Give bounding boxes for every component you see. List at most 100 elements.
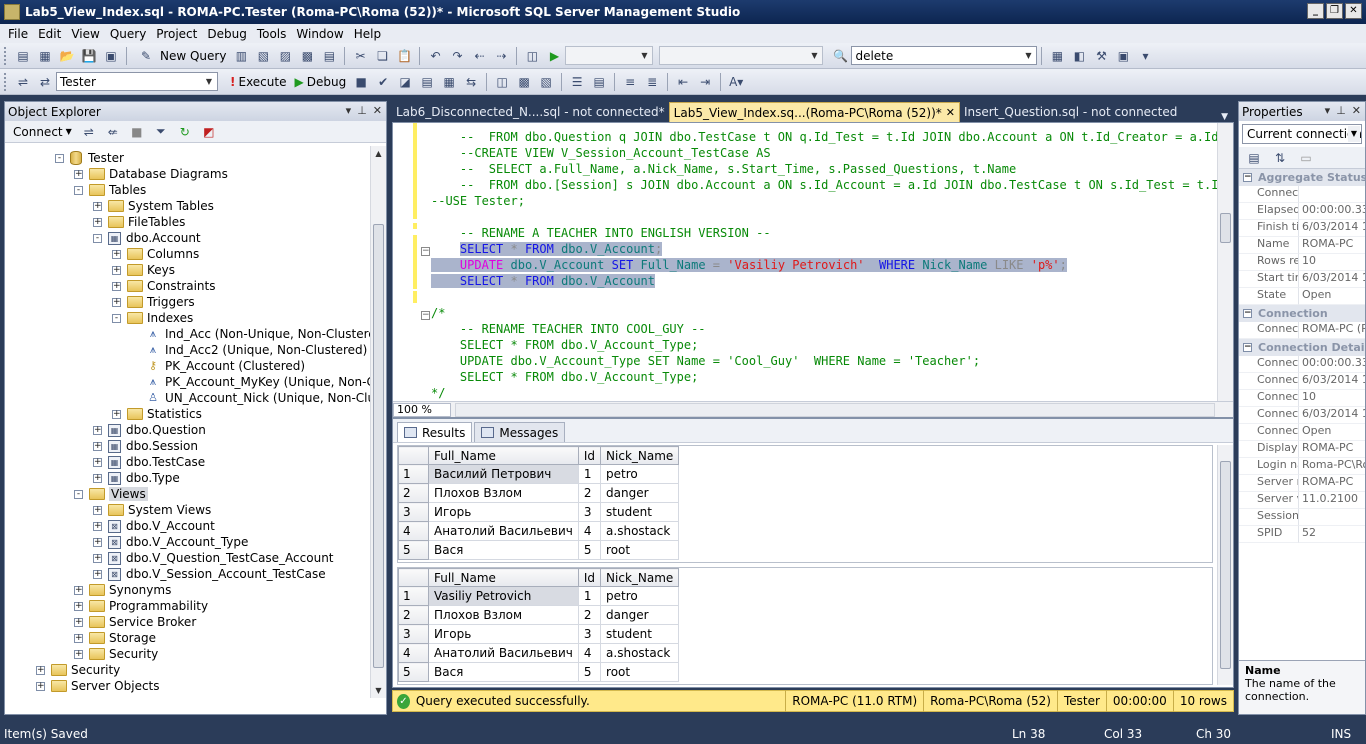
collapse-icon[interactable]: - bbox=[55, 153, 64, 163]
expand-icon[interactable]: + bbox=[93, 537, 102, 547]
code-line[interactable]: -- SELECT a.Full_Name, a.Nick_Name, s.St… bbox=[431, 161, 1016, 177]
column-header[interactable]: Id bbox=[577, 446, 602, 465]
window-position-icon[interactable]: ▾ bbox=[1325, 104, 1331, 117]
solution-platform-combo[interactable]: ▼ bbox=[659, 46, 824, 65]
table-cell[interactable]: 4 bbox=[577, 643, 602, 663]
results-grid-2[interactable]: Full_Name Id Nick_Name 1 Vasiliy Petrovich 1 p… bbox=[397, 567, 1213, 685]
property-category[interactable]: − Aggregate Status bbox=[1239, 169, 1365, 186]
expand-icon[interactable]: + bbox=[74, 649, 83, 659]
tree-node[interactable]: + Storage bbox=[74, 630, 156, 646]
expand-icon[interactable]: + bbox=[112, 297, 121, 307]
property-row[interactable]: Connect Open bbox=[1239, 424, 1365, 441]
select-all-corner[interactable] bbox=[398, 446, 429, 465]
tree-node[interactable]: - Tables bbox=[74, 182, 146, 198]
tree-node[interactable]: + Columns bbox=[112, 246, 199, 262]
code-line[interactable]: SELECT * FROM dbo.V_Account; bbox=[431, 241, 663, 257]
property-row[interactable]: Display nROMA-PC bbox=[1239, 441, 1365, 458]
tree-node[interactable]: - Tester bbox=[55, 150, 124, 166]
close-icon[interactable]: ✕ bbox=[373, 104, 382, 117]
menu-tools[interactable]: Tools bbox=[252, 27, 292, 41]
column-header[interactable]: Nick_Name bbox=[600, 568, 680, 587]
expand-icon[interactable]: + bbox=[93, 457, 102, 467]
table-cell[interactable]: 1 bbox=[577, 464, 602, 484]
table-cell[interactable]: 5 bbox=[577, 662, 602, 682]
code-line[interactable]: -- RENAME TEACHER INTO COOL_GUY -- bbox=[431, 321, 706, 337]
table-cell[interactable]: 5 bbox=[577, 540, 602, 560]
tab-insert-question[interactable]: Insert_Question.sql - not connected bbox=[960, 102, 1181, 122]
code-line[interactable]: SELECT * FROM dbo.V_Account_Type; bbox=[431, 369, 698, 385]
tree-node[interactable]: ⩚ Ind_Acc (Non-Unique, Non-Clustered) bbox=[131, 326, 370, 342]
table-cell[interactable]: 4 bbox=[577, 521, 602, 541]
code-line[interactable]: UPDATE dbo.V_Account_Type SET Name = 'Co… bbox=[431, 353, 980, 369]
close-icon[interactable]: ✕ bbox=[946, 106, 955, 119]
column-header[interactable]: Id bbox=[577, 568, 602, 587]
row-number[interactable]: 4 bbox=[398, 643, 429, 663]
expand-icon[interactable]: + bbox=[93, 441, 102, 451]
pin-icon[interactable]: ⊥ bbox=[357, 104, 367, 117]
activity-monitor-icon[interactable]: ◩ bbox=[200, 123, 218, 141]
tree-node[interactable]: + System Views bbox=[93, 502, 211, 518]
include-actual-plan-icon[interactable]: ◫ bbox=[493, 73, 511, 91]
collapse-outline-icon[interactable]: − bbox=[421, 311, 430, 320]
table-cell[interactable]: Анатолий Васильевич bbox=[428, 521, 579, 541]
find-combo[interactable]: delete ▼ bbox=[851, 46, 1038, 65]
editor-scrollbar[interactable] bbox=[1217, 123, 1233, 403]
menu-file[interactable]: File bbox=[3, 27, 33, 41]
tree-node[interactable]: + Security bbox=[74, 646, 158, 662]
property-row[interactable]: Connect bbox=[1239, 186, 1365, 203]
menu-help[interactable]: Help bbox=[349, 27, 386, 41]
table-row[interactable]: 2 Плохов Взлом 2 danger bbox=[398, 483, 680, 503]
property-row[interactable]: Session bbox=[1239, 509, 1365, 526]
tree-node[interactable]: ⩚ Ind_Acc2 (Unique, Non-Clustered) bbox=[131, 342, 367, 358]
tree-node[interactable]: + Constraints bbox=[112, 278, 215, 294]
tree-node[interactable]: ♙ UN_Account_Nick (Unique, Non-Clustered) bbox=[131, 390, 370, 406]
execute-button[interactable]: ! Execute bbox=[226, 72, 290, 92]
table-cell[interactable]: a.shostack bbox=[600, 521, 680, 541]
database-engine-query-icon[interactable]: ▥ bbox=[232, 47, 250, 65]
filter-icon[interactable]: ⏷ bbox=[152, 123, 170, 141]
query-designer-icon[interactable]: ▤ bbox=[418, 73, 436, 91]
display-estimated-plan-icon[interactable]: ◪ bbox=[396, 73, 414, 91]
decrease-indent-icon[interactable]: ⇤ bbox=[674, 73, 692, 91]
minimize-button[interactable]: _ bbox=[1307, 3, 1324, 19]
uncomment-icon[interactable]: ≣ bbox=[643, 73, 661, 91]
row-number[interactable]: 3 bbox=[398, 624, 429, 644]
expand-icon[interactable]: + bbox=[93, 569, 102, 579]
object-explorer-icon[interactable]: ◧ bbox=[1070, 47, 1088, 65]
intellisense-icon[interactable]: ⇆ bbox=[462, 73, 480, 91]
table-cell[interactable]: petro bbox=[600, 464, 680, 484]
tree-node[interactable]: + ▦ dbo.Session bbox=[93, 438, 198, 454]
row-number[interactable]: 5 bbox=[398, 540, 429, 560]
new-query-button[interactable]: ✎ New Query bbox=[131, 46, 230, 66]
mdx-query-icon[interactable]: ▨ bbox=[276, 47, 294, 65]
scroll-up-icon[interactable]: ▲ bbox=[371, 146, 386, 161]
property-row[interactable]: Connect ROMA-PC (R bbox=[1239, 322, 1365, 339]
expand-icon[interactable]: + bbox=[93, 425, 102, 435]
row-number[interactable]: 3 bbox=[398, 502, 429, 522]
tree-node[interactable]: - ▦ dbo.Account bbox=[93, 230, 201, 246]
pin-icon[interactable]: ⊥ bbox=[1336, 104, 1346, 117]
table-cell[interactable]: petro bbox=[600, 586, 680, 606]
tab-lab5-view-index[interactable]: Lab5_View_Index.sq...(Roma-PC\Roma (52))… bbox=[668, 102, 960, 122]
code-line[interactable]: -- FROM dbo.Question q JOIN dbo.TestCase… bbox=[431, 129, 1221, 145]
expand-icon[interactable]: + bbox=[74, 633, 83, 643]
results-grid-1[interactable]: Full_Name Id Nick_Name 1 Василий Петрович 1 pe… bbox=[397, 445, 1213, 563]
new-project-icon[interactable]: ▤ bbox=[14, 47, 32, 65]
solution-configuration-combo[interactable]: ▼ bbox=[565, 46, 654, 65]
open-file-icon[interactable]: 📂 bbox=[58, 47, 76, 65]
table-cell[interactable]: Вася bbox=[428, 662, 579, 682]
close-window-button[interactable]: ✕ bbox=[1345, 3, 1362, 19]
collapse-icon[interactable]: − bbox=[1243, 343, 1252, 352]
table-cell[interactable]: student bbox=[600, 502, 680, 522]
row-number[interactable]: 5 bbox=[398, 662, 429, 682]
client-statistics-icon[interactable]: ▧ bbox=[537, 73, 555, 91]
expand-icon[interactable]: + bbox=[112, 281, 121, 291]
increase-indent-icon[interactable]: ⇥ bbox=[696, 73, 714, 91]
property-row[interactable]: Finish tin6/03/2014 1 bbox=[1239, 220, 1365, 237]
select-all-corner[interactable] bbox=[398, 568, 429, 587]
code-line[interactable]: UPDATE dbo.V_Account SET Full_Name = 'Va… bbox=[431, 257, 1067, 273]
property-pages-icon[interactable]: ▭ bbox=[1297, 149, 1315, 167]
row-number[interactable]: 1 bbox=[398, 586, 429, 606]
cancel-query-icon[interactable]: ■ bbox=[352, 73, 370, 91]
expand-icon[interactable]: + bbox=[93, 201, 102, 211]
